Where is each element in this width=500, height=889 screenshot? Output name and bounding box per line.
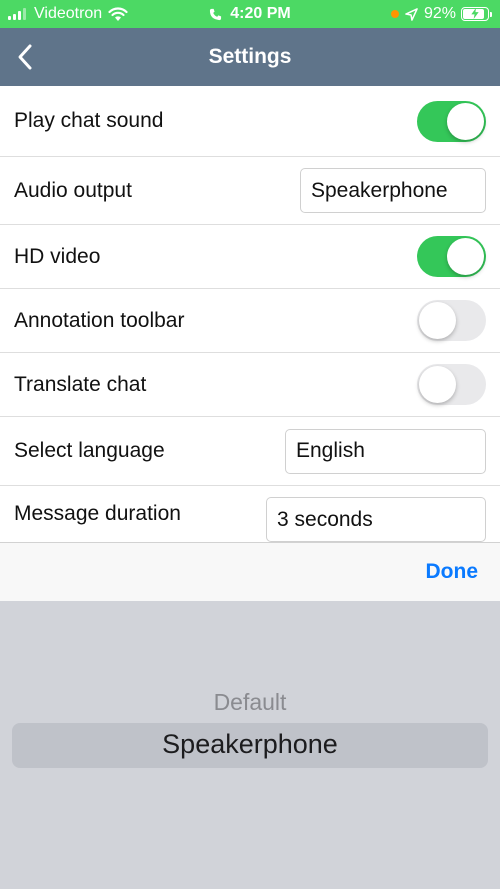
page-title: Settings — [208, 45, 292, 68]
charging-bolt-icon — [471, 8, 479, 19]
picker-option-selected[interactable]: Speakerphone — [0, 729, 500, 760]
battery-cap — [490, 11, 492, 17]
message-duration-field[interactable]: 3 seconds — [266, 497, 486, 542]
clock-time: 4:20 PM — [230, 5, 291, 22]
audio-output-picker[interactable]: Default Speakerphone — [0, 601, 500, 889]
navigation-bar: Settings — [0, 28, 500, 86]
setting-label: Play chat sound — [14, 109, 164, 132]
mic-in-use-indicator-icon — [390, 10, 399, 18]
chevron-left-icon — [18, 44, 32, 70]
setting-row-select-language: Select language English — [0, 417, 500, 486]
setting-label: Select language — [14, 439, 165, 462]
setting-label: HD video — [14, 244, 101, 268]
picker-option-default[interactable]: Default — [0, 689, 500, 716]
phone-call-icon — [210, 8, 222, 20]
setting-label: Annotation toolbar — [14, 308, 185, 332]
setting-row-hd-video: HD video — [0, 225, 500, 289]
status-right: 92% — [390, 0, 492, 28]
setting-label: Translate chat — [14, 372, 147, 396]
setting-row-message-duration: Message duration 3 seconds — [0, 486, 500, 542]
battery-icon — [461, 7, 489, 21]
settings-list: Play chat sound Audio output Speakerphon… — [0, 86, 500, 542]
toggle-knob — [419, 302, 456, 339]
select-language-field[interactable]: English — [285, 428, 486, 474]
annotation-toolbar-toggle[interactable] — [417, 300, 486, 341]
setting-row-annotation-toolbar: Annotation toolbar — [0, 289, 500, 353]
setting-row-audio-output: Audio output Speakerphone — [0, 157, 500, 225]
toggle-knob — [447, 102, 484, 140]
translate-chat-toggle[interactable] — [417, 364, 486, 405]
setting-row-play-chat-sound: Play chat sound — [0, 86, 500, 157]
setting-label: Audio output — [14, 178, 132, 202]
done-button[interactable]: Done — [426, 560, 479, 584]
toggle-knob — [447, 238, 484, 275]
setting-label: Message duration — [14, 502, 181, 525]
battery-percentage: 92% — [423, 5, 456, 22]
location-arrow-icon — [405, 7, 418, 21]
play-chat-sound-toggle[interactable] — [417, 100, 486, 142]
back-button[interactable] — [8, 40, 42, 74]
status-bar: Videotron 4:20 PM 92% — [0, 0, 500, 28]
hd-video-toggle[interactable] — [417, 236, 486, 277]
picker-toolbar: Done — [0, 542, 500, 601]
toggle-knob — [419, 366, 456, 403]
audio-output-field[interactable]: Speakerphone — [300, 168, 486, 213]
setting-row-translate-chat: Translate chat — [0, 353, 500, 417]
